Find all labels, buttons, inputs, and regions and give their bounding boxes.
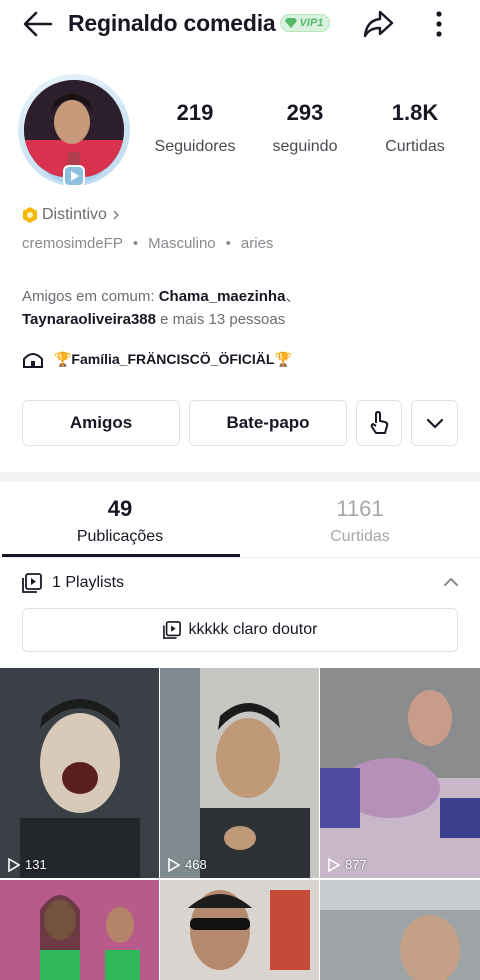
username: cremosimdeFP [22,235,123,252]
gender: Masculino [148,235,216,252]
tab-posts[interactable]: 49 Publicações [0,496,240,546]
video-thumbnail[interactable] [0,880,159,980]
profile-meta: cremosimdeFP • Masculino • aries [22,235,273,252]
profile-stats: 219 Seguidores 293 seguindo 1.8K Curtida… [140,100,470,156]
section-separator [0,472,480,482]
friends-button-label: Amigos [69,413,133,432]
video-thumbnail-image [320,668,480,878]
diamond-icon [285,18,298,28]
family-name: 🏆Família_FRÄNCISCÖ_ÖFICIÄL🏆 [54,350,292,367]
stat-likes-value: 1.8K [391,100,439,125]
profile-title: Reginaldo comedia [68,9,276,36]
hand-tap-icon [370,411,389,434]
vip-label: VIP1 [299,17,324,29]
family-link[interactable]: 🏆Família_FRÄNCISCÖ_ÖFICIÄL🏆 [22,349,292,369]
chat-button[interactable]: Bate-papo [189,400,347,446]
more-options-icon[interactable] [424,6,454,42]
tab-posts-count: 49 [107,496,133,521]
video-thumbnail-image [160,668,319,878]
chevron-down-icon [426,418,443,429]
play-icon [168,857,180,872]
badge-label: Distintivo [42,206,107,223]
content-tabs: 49 Publicações 1161 Curtidas [0,482,480,558]
mutual-suffix: e mais 13 pessoas [155,311,286,328]
play-icon [328,857,340,872]
badge-hexagon-icon [23,207,37,223]
stat-followers-value: 219 [176,100,214,125]
view-count: 131 [8,857,47,872]
view-count: 468 [168,857,207,872]
share-icon[interactable] [360,6,396,42]
video-thumbnail-image [0,668,159,878]
poke-button[interactable] [356,400,402,446]
stat-followers[interactable]: 219 Seguidores [140,100,250,156]
video-thumbnail[interactable]: 131 [0,668,159,878]
mutual-friends[interactable]: Amigos em comum: Chama_maezinha、 Taynarao… [22,285,462,331]
mutual-prefix: Amigos em comum: [22,288,159,305]
back-arrow-icon[interactable] [20,6,56,42]
collapse-chevron-up-icon[interactable] [440,571,462,593]
video-grid: 131 468 877 [0,668,480,980]
view-count: 877 [328,857,367,872]
view-count-value: 131 [25,857,47,872]
tab-likes[interactable]: 1161 Curtidas [240,496,480,546]
stat-following[interactable]: 293 seguindo [250,100,360,156]
tab-posts-label: Publicações [76,528,164,545]
playlists-count-label: 1 Playlists [52,574,125,591]
mutual-friend-1: Chama_maezinha [158,288,286,305]
badge-link[interactable]: Distintivo [22,206,121,224]
mutual-sep: 、 [285,288,301,305]
playlist-icon [22,573,42,593]
playlists-header[interactable]: 1 Playlists [22,571,462,595]
family-house-icon [23,353,43,368]
avatar-wrap[interactable] [18,74,130,192]
video-thumbnail-image [320,880,480,980]
more-actions-dropdown[interactable] [411,400,458,446]
tab-likes-count: 1161 [336,496,384,521]
zodiac-sign: aries [240,235,274,252]
top-bar: Reginaldo comedia VIP1 [0,0,480,48]
vip-badge[interactable]: VIP1 [280,14,331,32]
stat-following-value: 293 [286,100,324,125]
chevron-right-icon [113,210,120,220]
stat-followers-label: Seguidores [154,138,236,155]
view-count-value: 468 [185,857,207,872]
separator-dot: • [132,235,139,252]
play-icon [8,857,20,872]
playlist-icon [162,621,181,639]
stat-likes[interactable]: 1.8K Curtidas [360,100,470,156]
video-thumbnail[interactable]: 468 [160,668,319,878]
video-thumbnail[interactable] [320,880,480,980]
stat-following-label: seguindo [272,138,338,155]
view-count-value: 877 [345,857,367,872]
mutual-friend-2: Taynaraoliveira388 [22,311,156,328]
avatar-frame-ornament-icon [42,165,106,187]
video-thumbnail-image [160,880,319,980]
playlist-item-label: kkkkk claro doutor [188,621,318,638]
separator-dot: • [225,235,231,252]
profile-title-wrap: Reginaldo comedia VIP1 [68,8,331,38]
video-thumbnail[interactable] [160,880,319,980]
tab-likes-label: Curtidas [330,528,390,545]
video-thumbnail-image [0,880,159,980]
video-thumbnail[interactable]: 877 [320,668,480,878]
active-tab-indicator [2,554,240,557]
stat-likes-label: Curtidas [385,138,445,155]
friends-button[interactable]: Amigos [22,400,180,446]
playlist-item[interactable]: kkkkk claro doutor [22,608,458,652]
chat-button-label: Bate-papo [226,413,310,432]
